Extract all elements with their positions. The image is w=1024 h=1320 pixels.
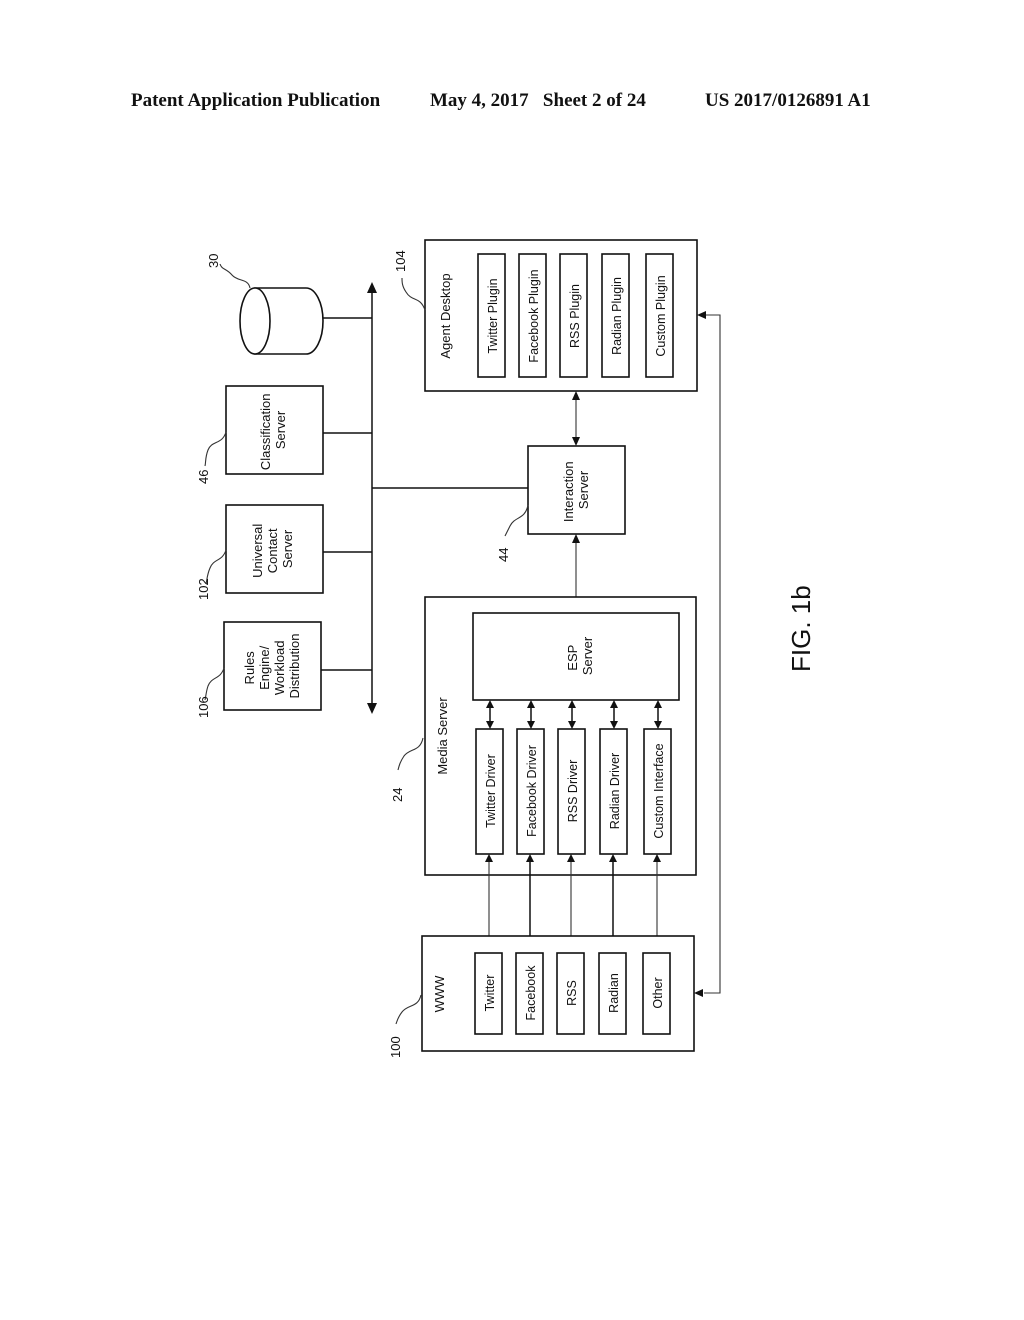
www-ref: 100 xyxy=(388,1036,403,1058)
www-title: WWW xyxy=(432,975,447,1013)
channel-label: RSS xyxy=(565,980,579,1006)
www-node: WWW 100 Twitter Facebook RSS Radian Othe… xyxy=(388,935,695,1058)
ucs-ref: 102 xyxy=(196,578,211,600)
arrow-down-icon xyxy=(572,437,580,446)
media-server-node: Media Server 24 ESP Server Twitter Drive… xyxy=(390,596,697,876)
rules-line1: Rules xyxy=(242,651,257,685)
plugin-label: Facebook Plugin xyxy=(527,269,541,362)
svg-text:ESP Server: ESP Server xyxy=(565,636,595,675)
figure-label: FIG. 1b xyxy=(786,585,816,672)
classification-server-line2: Server xyxy=(273,410,288,449)
database-ref: 30 xyxy=(206,254,221,268)
arrow-left-icon xyxy=(697,311,706,319)
bus-arrow-down-icon xyxy=(367,703,377,714)
database-node: 30 xyxy=(206,254,324,355)
ucs-line3: Server xyxy=(280,529,295,568)
esp-line2: Server xyxy=(580,636,595,675)
rules-line3: Workload xyxy=(272,640,287,695)
driver-label: Twitter Driver xyxy=(484,754,498,828)
classification-server-node: Classification Server 46 xyxy=(196,385,324,484)
bus-arrow-up-icon xyxy=(367,282,377,293)
interaction-server-ref: 44 xyxy=(496,548,511,562)
arrow-up-icon xyxy=(572,534,580,543)
rules-engine-node: Rules Engine/ Workload Distribution 106 xyxy=(196,621,322,718)
agent-desktop-node: Agent Desktop 104 Twitter Plugin Faceboo… xyxy=(393,239,698,392)
rules-ref: 106 xyxy=(196,696,211,718)
classification-server-line1: Classification xyxy=(258,394,273,471)
agent-desktop-ref: 104 xyxy=(393,250,408,272)
channel-label: Radian xyxy=(607,973,621,1013)
arrow-left-icon xyxy=(694,989,703,997)
plugin-label: Radian Plugin xyxy=(610,277,624,355)
channel-label: Twitter xyxy=(483,975,497,1012)
esp-line1: ESP xyxy=(565,645,580,671)
ucs-line1: Universal xyxy=(250,524,265,578)
interaction-server-line2: Server xyxy=(576,470,591,509)
rules-line2: Engine/ xyxy=(257,645,272,689)
driver-label: RSS Driver xyxy=(566,760,580,823)
arrow-up-icon xyxy=(572,391,580,400)
system-diagram: 30 Classification Server 46 Universal Co… xyxy=(196,239,816,1058)
agent-desktop-title: Agent Desktop xyxy=(438,273,453,358)
classification-server-ref: 46 xyxy=(196,470,211,484)
plugin-label: Twitter Plugin xyxy=(486,278,500,353)
media-server-ref: 24 xyxy=(390,788,405,802)
channel-label: Facebook xyxy=(524,965,538,1021)
driver-label: Facebook Driver xyxy=(525,745,539,837)
plugin-label: RSS Plugin xyxy=(568,284,582,348)
ucs-line2: Contact xyxy=(265,528,280,573)
www-desktop-link xyxy=(694,311,721,997)
interaction-server-node: Interaction Server 44 xyxy=(496,445,626,562)
universal-contact-server-node: Universal Contact Server 102 xyxy=(196,504,324,600)
rules-line4: Distribution xyxy=(287,633,302,698)
desktop-interaction-link xyxy=(572,391,580,446)
media-server-title: Media Server xyxy=(435,697,450,775)
driver-label: Radian Driver xyxy=(608,753,622,829)
plugin-label: Custom Plugin xyxy=(654,275,668,356)
channel-label: Other xyxy=(651,977,665,1008)
driver-label: Custom Interface xyxy=(652,743,666,838)
interaction-server-line1: Interaction xyxy=(561,461,576,522)
